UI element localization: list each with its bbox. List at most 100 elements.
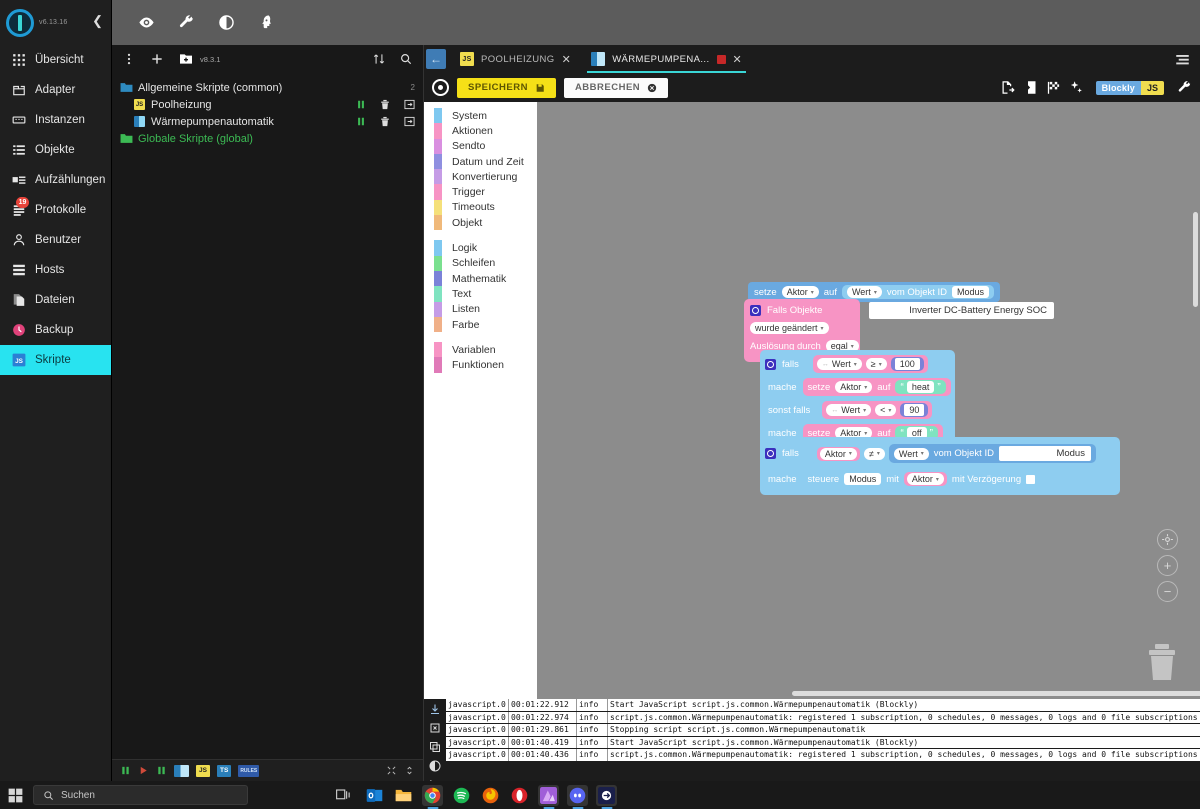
sidebar-item-objekte[interactable]: Objekte: [0, 135, 111, 165]
toolbox-category-text[interactable]: Text: [424, 286, 537, 301]
toolbox-category-farbe[interactable]: Farbe: [424, 317, 537, 332]
sort-icon[interactable]: [372, 52, 386, 66]
block-get-value-2[interactable]: Wert▾ vom Objekt ID Modus: [889, 444, 1096, 463]
log-row[interactable]: javascript.000:01:22.912infoStart JavaSc…: [446, 699, 1200, 711]
sidebar-item-dateien[interactable]: Dateien: [0, 285, 111, 315]
field-compare-operator[interactable]: <▾: [875, 404, 896, 416]
mode-toggle[interactable]: Blockly JS: [1096, 81, 1164, 95]
field-compare-left[interactable]: ↔Wert▾: [817, 358, 862, 370]
arrow-left-icon[interactable]: ←: [426, 49, 446, 69]
taskbar-outlook-icon[interactable]: [364, 785, 385, 806]
gear-icon[interactable]: [765, 448, 776, 459]
toolbox-category-datum-und-zeit[interactable]: Datum und Zeit: [424, 154, 537, 169]
field-value-selector[interactable]: Wert▾: [894, 448, 929, 460]
eye-icon[interactable]: [137, 14, 155, 32]
pause-icon[interactable]: [356, 116, 366, 127]
block-text-1[interactable]: “heat”: [895, 380, 945, 394]
trash-icon[interactable]: [380, 116, 390, 127]
block-if-else[interactable]: falls ↔Wert▾ ≥▾ 100 mache setze Akt: [760, 350, 955, 449]
plus-icon[interactable]: [149, 51, 165, 67]
cancel-button[interactable]: ABBRECHEN: [564, 78, 668, 98]
block-compare-1[interactable]: ↔Wert▾ ≥▾ 100: [813, 355, 928, 373]
toolbox-category-timeouts[interactable]: Timeouts: [424, 200, 537, 215]
block-number-2[interactable]: 90: [900, 403, 928, 417]
zoom-in-icon[interactable]: +: [1157, 555, 1178, 576]
field-variable[interactable]: Aktor▾: [835, 381, 872, 393]
sparkle-icon[interactable]: [1069, 80, 1084, 95]
import-blocks-icon[interactable]: [1023, 80, 1038, 95]
mode-js-chip[interactable]: JS: [1141, 81, 1164, 95]
export-blocks-icon[interactable]: [1000, 80, 1015, 95]
field-text[interactable]: heat: [907, 381, 935, 393]
taskbar-discord-icon[interactable]: [567, 785, 588, 806]
sidebar-item-instanzen[interactable]: Instanzen: [0, 105, 111, 135]
tree-script-row[interactable]: Wärmepumpenautomatik: [112, 113, 423, 130]
sidebar-item--bersicht[interactable]: Übersicht: [0, 45, 111, 75]
block-compare-2[interactable]: ↔Wert▾ <▾ 90: [822, 401, 932, 419]
toolbox-category-system[interactable]: System: [424, 108, 537, 123]
save-button[interactable]: SPEICHERN: [457, 78, 556, 98]
sidebar-collapse-button[interactable]: ❮: [92, 14, 103, 27]
toolbox-category-objekt[interactable]: Objekt: [424, 215, 537, 230]
toolbox-category-sendto[interactable]: Sendto: [424, 139, 537, 154]
gear-icon[interactable]: [765, 359, 776, 370]
field-compare-operator[interactable]: ≠▾: [864, 448, 885, 460]
taskbar-chrome-icon[interactable]: [422, 785, 443, 806]
filter-blockly-chip[interactable]: [174, 765, 189, 777]
zoom-out-icon[interactable]: −: [1157, 581, 1178, 602]
toolbox-category-funktionen[interactable]: Funktionen: [424, 357, 537, 372]
search-icon[interactable]: [399, 52, 413, 66]
log-rows[interactable]: javascript.000:01:22.912infoStart JavaSc…: [446, 699, 1200, 781]
search-input[interactable]: Suchen: [33, 785, 248, 805]
toolbox-category-listen[interactable]: Listen: [424, 302, 537, 317]
taskbar-affinity-icon[interactable]: [538, 785, 559, 806]
collapse-all-icon[interactable]: [386, 765, 397, 776]
blockly-canvas[interactable]: setze Aktor▾ auf Wert▾ vom Objekt ID Mod…: [537, 102, 1200, 699]
pause2-icon[interactable]: [156, 765, 167, 776]
kebab-menu-icon[interactable]: [122, 52, 136, 66]
block-get-value[interactable]: Wert▾ vom Objekt ID Modus: [842, 285, 994, 299]
log-row[interactable]: javascript.000:01:22.974infoscript.js.co…: [446, 712, 1200, 724]
filter-ts-chip[interactable]: TS: [217, 765, 231, 777]
field-object-id[interactable]: Modus: [952, 286, 989, 298]
field-variable[interactable]: Aktor▾: [820, 448, 857, 460]
block-compare-3[interactable]: Aktor▾ ≠▾ Wert▾ vom Objekt ID Modus: [813, 442, 1100, 465]
wrench-icon[interactable]: [1177, 80, 1192, 95]
taskbar-firefox-icon[interactable]: [480, 785, 501, 806]
gear-icon[interactable]: [750, 305, 761, 316]
block-setze-1[interactable]: setze Aktor▾ auf “heat”: [803, 378, 951, 396]
tab-poolheizung[interactable]: JS POOLHEIZUNG ✕: [450, 45, 581, 73]
checkered-flag-icon[interactable]: [1046, 80, 1061, 95]
expand-all-icon[interactable]: [404, 765, 415, 776]
field-compare-operator[interactable]: ≥▾: [866, 358, 887, 370]
sidebar-item-hosts[interactable]: Hosts: [0, 255, 111, 285]
log-row[interactable]: javascript.000:01:40.436infoscript.js.co…: [446, 749, 1200, 761]
taskbar-file-explorer-icon[interactable]: [393, 785, 414, 806]
block-steuere[interactable]: steuere Modus mit Aktor▾ mit Verzögerung: [803, 470, 1041, 488]
sidebar-item-backup[interactable]: Backup: [0, 315, 111, 345]
wrench-icon[interactable]: [177, 14, 195, 32]
field-number[interactable]: 100: [895, 358, 920, 370]
filter-js-chip[interactable]: JS: [196, 765, 210, 777]
new-folder-icon[interactable]: [178, 51, 194, 67]
export-icon[interactable]: [404, 116, 415, 127]
copy-icon[interactable]: [429, 741, 441, 753]
contrast-icon[interactable]: [429, 760, 441, 772]
menu-icon[interactable]: [1175, 53, 1190, 71]
field-variable[interactable]: Aktor▾: [907, 473, 944, 485]
block-if-2[interactable]: falls Aktor▾ ≠▾ Wert▾ vom Objekt ID Modu…: [760, 437, 1120, 495]
toolbox-category-schleifen[interactable]: Schleifen: [424, 256, 537, 271]
trash-icon[interactable]: [380, 99, 390, 110]
target-icon[interactable]: [432, 79, 449, 96]
export-icon[interactable]: [404, 99, 415, 110]
tree-folder-row[interactable]: Globale Skripte (global): [112, 130, 423, 147]
toolbox-category-konvertierung[interactable]: Konvertierung: [424, 169, 537, 184]
block-variable-aktor-2[interactable]: Aktor▾: [904, 472, 947, 486]
tab-waermepumpenautomatik[interactable]: WÄRMEPUMPENA... ✕: [581, 45, 752, 73]
log-row[interactable]: javascript.000:01:29.861infoStopping scr…: [446, 724, 1200, 736]
toolbox-category-aktionen[interactable]: Aktionen: [424, 123, 537, 138]
sidebar-item-skripte[interactable]: JSSkripte: [0, 345, 111, 375]
block-variable-aktor[interactable]: Aktor▾: [817, 447, 860, 461]
mode-blockly-chip[interactable]: Blockly: [1096, 81, 1141, 95]
sidebar-item-aufz-hlungen[interactable]: Aufzählungen: [0, 165, 111, 195]
